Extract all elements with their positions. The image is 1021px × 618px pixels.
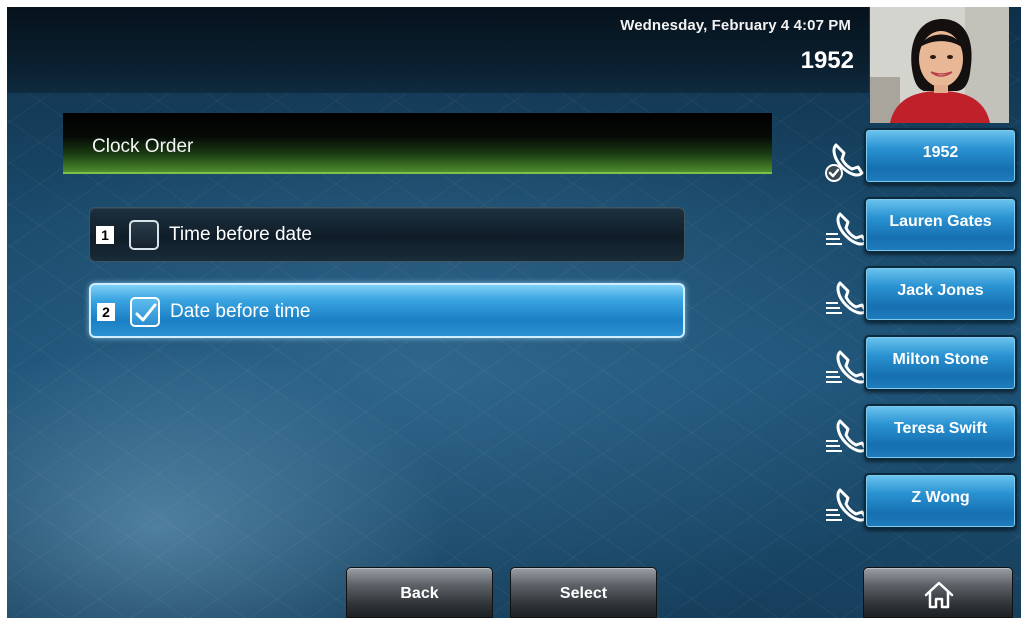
line-key-1952[interactable]: 1952 — [864, 128, 1017, 184]
phone-idle-icon — [826, 419, 868, 453]
line-key-label: 1952 — [922, 144, 959, 161]
option-label: Date before time — [170, 301, 311, 322]
phone-idle-icon — [826, 212, 868, 246]
select-button-label: Select — [559, 585, 608, 602]
phone-idle-icon — [826, 281, 868, 315]
checkbox[interactable] — [129, 220, 159, 250]
page-title: Clock Order — [92, 136, 194, 157]
checkmark-icon — [135, 303, 157, 322]
line-key-label: Milton Stone — [892, 351, 989, 368]
line-key-z-wong[interactable]: Z Wong — [864, 473, 1017, 529]
line-key-teresa-swift[interactable]: Teresa Swift — [864, 404, 1017, 460]
date-time: Wednesday, February 4 4:07 PM — [620, 17, 851, 34]
select-button[interactable]: Select — [510, 567, 657, 618]
home-icon — [924, 581, 954, 609]
line-key-milton-stone[interactable]: Milton Stone — [864, 335, 1017, 391]
avatar-photo-icon — [870, 7, 1009, 123]
screen-title-bar: Clock Order — [63, 113, 772, 174]
line-key-lauren-gates[interactable]: Lauren Gates — [864, 197, 1017, 253]
line-key-label: Z Wong — [911, 489, 970, 506]
phone-idle-icon — [826, 488, 868, 522]
home-button[interactable] — [863, 567, 1013, 618]
back-button[interactable]: Back — [346, 567, 493, 618]
option-label: Time before date — [169, 224, 312, 245]
phone-screen: Wednesday, February 4 4:07 PM 1952 Clock… — [7, 7, 1021, 618]
option-index: 1 — [96, 226, 114, 244]
checkbox-checked[interactable] — [130, 297, 160, 327]
status-bar: Wednesday, February 4 4:07 PM 1952 — [7, 7, 869, 93]
avatar — [869, 7, 1009, 123]
phone-registered-icon — [825, 143, 864, 182]
line-key-label: Lauren Gates — [889, 213, 992, 230]
option-index: 2 — [97, 303, 115, 321]
option-time-before-date[interactable]: 1 Time before date — [89, 207, 685, 262]
back-button-label: Back — [400, 585, 439, 602]
line-key-jack-jones[interactable]: Jack Jones — [864, 266, 1017, 322]
option-date-before-time[interactable]: 2 Date before time — [89, 283, 685, 338]
phone-idle-icon — [826, 350, 868, 384]
line-key-label: Teresa Swift — [893, 420, 988, 437]
line-key-label: Jack Jones — [897, 282, 984, 299]
line-number: 1952 — [800, 47, 854, 74]
